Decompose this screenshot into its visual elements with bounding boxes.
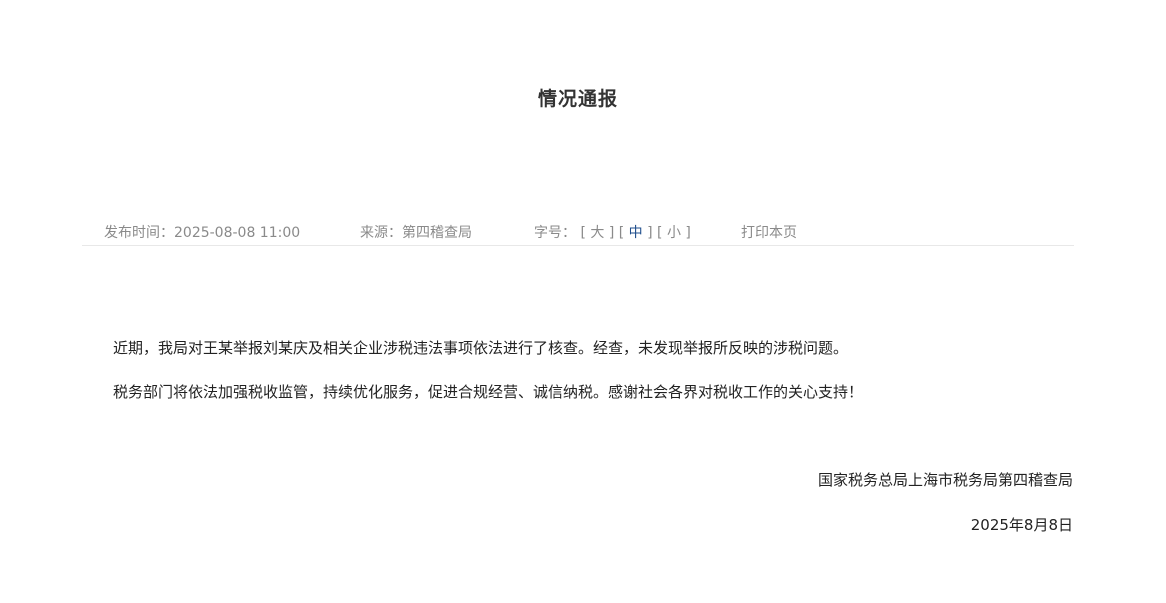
article-body: 近期，我局对王某举报刘某庆及相关企业涉税违法事项依法进行了核查。经查，未发现举报… — [113, 337, 1073, 425]
signature-date: 2025年8月8日 — [970, 516, 1073, 534]
font-size-small-button[interactable]: 小 — [667, 225, 681, 241]
article-title: 情况通报 — [537, 88, 618, 110]
publish-time-value: 2025-08-08 11:00 — [174, 225, 301, 241]
publish-time-info: 发布时间：2025-08-08 11:00 — [104, 222, 300, 242]
font-size-large-button[interactable]: 大 — [590, 225, 604, 241]
source-info: 来源：第四稽查局 — [360, 222, 472, 242]
article-paragraph: 税务部门将依法加强税收监管，持续优化服务，促进合规经营、诚信纳税。感谢社会各界对… — [113, 383, 864, 401]
article-meta-bar: 发布时间：2025-08-08 11:00 来源：第四稽查局 字号： [ 大 ]… — [82, 220, 1074, 246]
print-page-link[interactable]: 打印本页 — [741, 222, 797, 242]
signature-organization: 国家税务总局上海市税务局第四稽查局 — [817, 471, 1073, 489]
source-label: 来源： — [360, 225, 402, 241]
source-value: 第四稽查局 — [402, 225, 472, 241]
font-size-controls: 字号： [ 大 ] [ 中 ] [ 小 ] — [534, 225, 691, 241]
font-size-label: 字号： — [534, 225, 576, 241]
publish-time-label: 发布时间： — [104, 225, 174, 241]
font-size-medium-button[interactable]: 中 — [629, 225, 643, 241]
article-paragraph: 近期，我局对王某举报刘某庆及相关企业涉税违法事项依法进行了核查。经查，未发现举报… — [113, 339, 849, 357]
